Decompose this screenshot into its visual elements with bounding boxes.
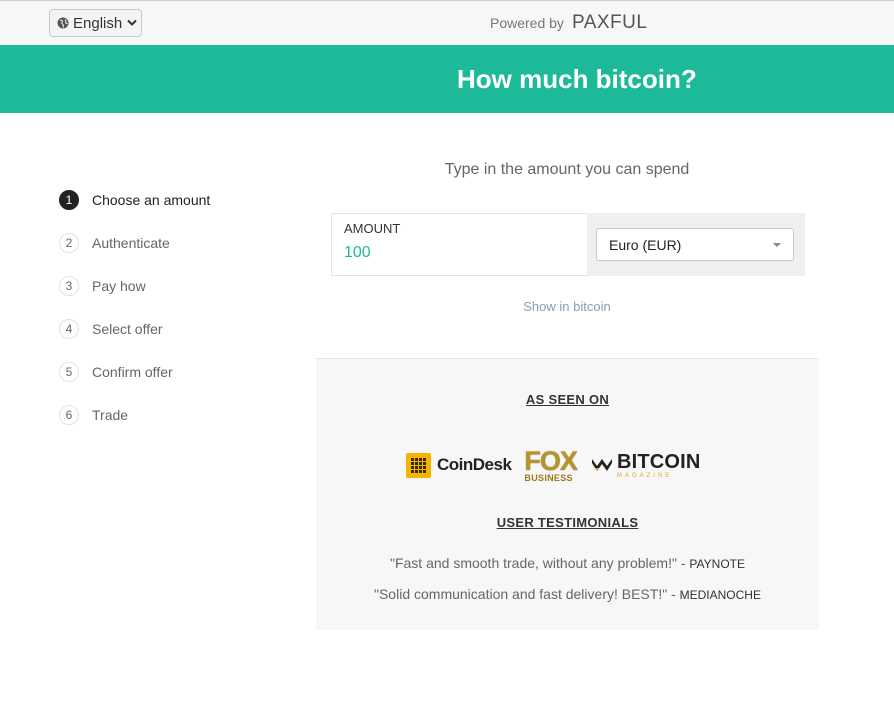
step-confirm-offer[interactable]: 5 Confirm offer bbox=[59, 361, 210, 383]
bitcoin-magazine-logo: BITCOIN MAGAZINE bbox=[591, 452, 701, 479]
step-number: 4 bbox=[59, 319, 79, 339]
testimonial-author: PAYNOTE bbox=[689, 557, 745, 571]
language-label: English bbox=[73, 14, 123, 32]
language-selector[interactable]: English bbox=[49, 9, 142, 37]
testimonial-separator: - bbox=[676, 555, 690, 571]
step-choose-amount[interactable]: 1 Choose an amount bbox=[59, 189, 210, 211]
step-authenticate[interactable]: 2 Authenticate bbox=[59, 232, 210, 254]
step-label: Choose an amount bbox=[92, 192, 211, 208]
caret-down-icon bbox=[773, 243, 781, 247]
fox-business-logo: FOX BUSINESS bbox=[524, 445, 578, 483]
step-label: Authenticate bbox=[92, 235, 170, 251]
testimonial-item: "Fast and smooth trade, without any prob… bbox=[316, 555, 819, 571]
show-in-bitcoin-link[interactable]: Show in bitcoin bbox=[332, 299, 802, 314]
as-seen-on-title: AS SEEN ON bbox=[525, 392, 610, 407]
step-number: 1 bbox=[59, 190, 79, 210]
bitcoin-text: BITCOIN bbox=[616, 450, 701, 473]
testimonial-item: "Solid communication and fast delivery! … bbox=[316, 586, 819, 602]
coindesk-mark-icon bbox=[406, 452, 431, 478]
step-pay-how[interactable]: 3 Pay how bbox=[59, 275, 210, 297]
top-bar: English Powered by PAXFUL bbox=[0, 0, 894, 45]
testimonial-author: MEDIANOCHE bbox=[679, 588, 761, 602]
currency-value: Euro (EUR) bbox=[609, 236, 682, 253]
globe-icon bbox=[57, 17, 69, 29]
step-label: Trade bbox=[92, 407, 129, 423]
paxful-logo[interactable]: PAXFUL bbox=[572, 12, 648, 34]
magazine-text: MAGAZINE bbox=[616, 472, 673, 479]
step-select-offer[interactable]: 4 Select offer bbox=[59, 318, 210, 340]
step-number: 5 bbox=[59, 362, 79, 382]
social-proof-panel: AS SEEN ON CoinDesk FOX BUSINESS BITCOIN… bbox=[316, 358, 819, 630]
coindesk-logo: CoinDesk bbox=[406, 452, 512, 478]
title-banner: How much bitcoin? bbox=[0, 45, 894, 113]
amount-label: AMOUNT bbox=[344, 221, 401, 236]
step-label: Select offer bbox=[92, 321, 163, 337]
steps-list: 1 Choose an amount 2 Authenticate 3 Pay … bbox=[59, 189, 210, 447]
bitcoin-magazine-mark-icon bbox=[591, 459, 612, 471]
step-label: Pay how bbox=[92, 278, 146, 294]
testimonial-quote: "Solid communication and fast delivery! … bbox=[374, 586, 668, 602]
business-text: BUSINESS bbox=[524, 472, 573, 483]
step-number: 3 bbox=[59, 276, 79, 296]
step-number: 2 bbox=[59, 233, 79, 253]
step-trade[interactable]: 6 Trade bbox=[59, 404, 210, 426]
currency-area: Euro (EUR) bbox=[587, 213, 805, 276]
testimonials-title: USER TESTIMONIALS bbox=[496, 515, 639, 530]
powered-by: Powered by PAXFUL bbox=[490, 11, 647, 35]
fox-text: FOX bbox=[524, 445, 578, 476]
chevron-down-icon bbox=[127, 19, 137, 26]
testimonial-separator: - bbox=[667, 586, 680, 602]
amount-input[interactable]: 100 bbox=[344, 244, 371, 262]
step-number: 6 bbox=[59, 405, 79, 425]
coindesk-text: CoinDesk bbox=[437, 455, 512, 474]
page-title: How much bitcoin? bbox=[457, 64, 697, 94]
amount-instruction: Type in the amount you can spend bbox=[444, 161, 690, 178]
powered-by-text: Powered by bbox=[490, 15, 564, 31]
amount-input-group: AMOUNT 100 Euro (EUR) bbox=[331, 213, 805, 276]
press-logos: CoinDesk FOX BUSINESS BITCOIN MAGAZINE bbox=[406, 445, 736, 485]
step-label: Confirm offer bbox=[92, 364, 173, 380]
currency-select[interactable]: Euro (EUR) bbox=[596, 228, 794, 261]
testimonial-quote: "Fast and smooth trade, without any prob… bbox=[389, 555, 677, 571]
